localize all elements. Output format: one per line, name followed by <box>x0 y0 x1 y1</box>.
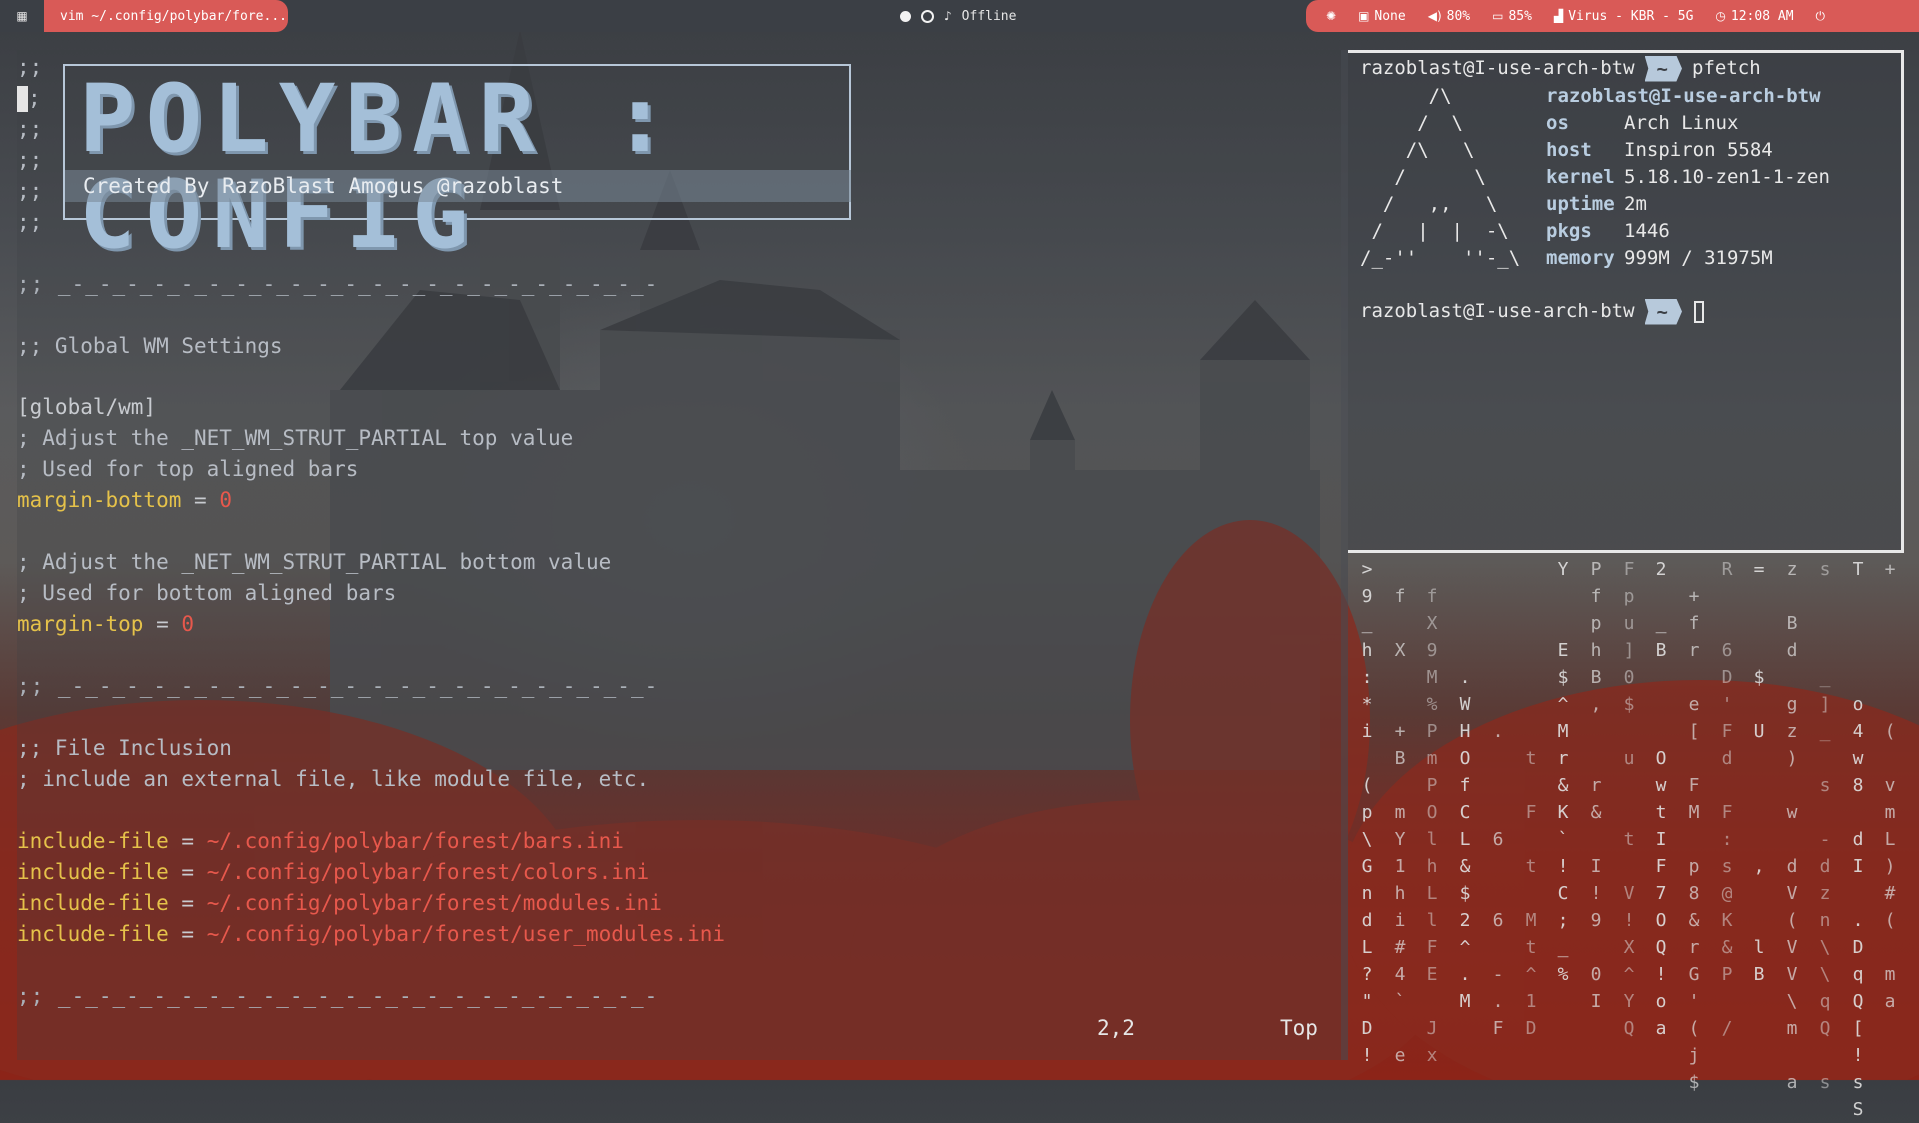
status-modules: ✺ ▣ None ◀) 80% ▭ 85% ▟ Virus - KBR - 5G… <box>1306 0 1919 32</box>
workspace-active-icon[interactable] <box>900 10 911 22</box>
code-line[interactable]: ;; <box>17 114 42 145</box>
vim-editor[interactable]: ;; ; ;; ;; ;; ;; POLYBAR : CONFIG Create… <box>17 50 1341 1060</box>
scroll-position: Top <box>1280 1016 1318 1040</box>
ascii-banner: POLYBAR : CONFIG Created By RazoBlast Am… <box>63 64 851 264</box>
matrix-column: f X + B m Y 1 h i # 4 ` e <box>1394 586 1406 1066</box>
matrix-column: R 6 D ' F d F : s @ K & P / <box>1721 559 1733 1039</box>
clock-module[interactable]: ◷ 12:08 AM <box>1715 9 1793 24</box>
music-module[interactable]: ♪ Offline <box>900 0 1016 32</box>
separator-line[interactable]: ;; _-_-_-_-_-_-_-_-_-_-_-_-_-_-_-_-_-_-_… <box>17 981 658 1012</box>
window-title[interactable]: vim ~/.config/polybar/fore... <box>44 0 288 32</box>
network-value: Virus - KBR - 5G <box>1568 8 1694 24</box>
separator-line[interactable]: ;; _-_-_-_-_-_-_-_-_-_-_-_-_-_-_-_-_-_-_… <box>17 671 658 702</box>
network-module[interactable]: ▟ Virus - KBR - 5G <box>1554 9 1693 24</box>
prompt-directory: ~ <box>1644 55 1682 82</box>
arch-logo: /\ / \ /\ \ / \ / ,, \ / | | -\ /_-'' ''… <box>1360 85 1521 269</box>
info-row: kernel 5.18.10-zen1-1-zen <box>1546 166 1830 188</box>
workspace-icon[interactable] <box>921 9 934 23</box>
info-row: host Inspiron 5584 <box>1546 139 1773 161</box>
code-comment[interactable]: ; Adjust the _NET_WM_STRUT_PARTIAL botto… <box>17 547 611 578</box>
code-line[interactable]: margin-top = 0 <box>17 609 194 640</box>
matrix-column: F p u ] 0 $ u t V ! X ^ Y Q <box>1623 559 1635 1039</box>
window-title-text: vim ~/.config/polybar/fore... <box>60 8 287 24</box>
battery-icon: ▭ <box>1492 9 1504 23</box>
volume-icon: ◀) <box>1427 9 1442 23</box>
matrix-column: 2 _ B O w t I F 7 O Q ! o a <box>1655 559 1667 1039</box>
code-line[interactable]: ;; <box>17 176 42 207</box>
code-line[interactable]: ;; <box>17 145 42 176</box>
separator-line[interactable]: ;; _-_-_-_-_-_-_-_-_-_-_-_-_-_-_-_-_-_-_… <box>17 269 658 300</box>
music-status: Offline <box>961 8 1017 24</box>
matrix-column: . W H O f C L & $ 2 ^ . M <box>1459 667 1471 1012</box>
matrix-column: . 6 6 - . F <box>1492 721 1504 1039</box>
prompt-directory: ~ <box>1644 298 1682 325</box>
grid-menu-icon: ▦ <box>16 9 28 23</box>
clock-icon: ◷ <box>1715 9 1726 23</box>
matrix-column: s _ ] _ s - d z n \ \ q Q s <box>1819 559 1831 1093</box>
matrix-column: T o 4 w 8 d I . D q Q [ ! s S <box>1852 559 1864 1120</box>
code-line[interactable]: include-file = ~/.config/polybar/forest/… <box>17 888 662 919</box>
polybar: ▦ vim ~/.config/polybar/fore... ♪ Offlin… <box>0 0 1919 32</box>
power-icon: ⏻ <box>1815 8 1826 23</box>
cmatrix-window[interactable]: > 9 _ h : * i ( p \ G n d L ? " D ! f X … <box>1348 556 1904 1120</box>
prompt-line: razoblast@I-use-arch-btw ~ pfetch <box>1360 55 1761 82</box>
prompt-command: pfetch <box>1692 57 1761 79</box>
info-row: uptime 2m <box>1546 193 1647 215</box>
info-row: os Arch Linux <box>1546 112 1739 134</box>
terminal-window[interactable]: razoblast@I-use-arch-btw ~ pfetch /\ / \… <box>1348 50 1904 553</box>
theme-module[interactable]: ✺ <box>1326 9 1336 23</box>
info-row: pkgs 1446 <box>1546 220 1670 242</box>
banner-title: POLYBAR : CONFIG <box>79 65 679 270</box>
code-line[interactable]: ;; <box>17 207 42 238</box>
matrix-column: z B d g z ) w d V ( V V \ m a <box>1786 559 1798 1093</box>
matrix-column: f X 9 M % P m P O l h L l F E J x <box>1426 586 1438 1066</box>
power-module[interactable]: ⏻ <box>1816 9 1826 24</box>
prompt-line[interactable]: razoblast@I-use-arch-btw ~ <box>1360 298 1704 325</box>
matrix-column: P f p h B , r & I ! 9 0 I <box>1590 559 1602 1012</box>
menu-button[interactable]: ▦ <box>0 0 44 32</box>
updates-value: None <box>1374 8 1406 24</box>
code-comment[interactable]: ; Used for bottom aligned bars <box>17 578 396 609</box>
code-line[interactable]: ; <box>17 83 41 114</box>
package-icon: ▣ <box>1358 9 1370 23</box>
volume-value: 80% <box>1446 8 1471 24</box>
palette-icon: ✺ <box>1326 9 1337 23</box>
code-comment[interactable]: ; Used for top aligned bars <box>17 454 358 485</box>
matrix-column: = $ U , l B <box>1753 559 1765 985</box>
code-line[interactable]: include-file = ~/.config/polybar/forest/… <box>17 826 624 857</box>
volume-module[interactable]: ◀) 80% <box>1428 9 1470 24</box>
matrix-column: > 9 _ h : * i ( p \ G n d L ? " D ! <box>1361 559 1373 1066</box>
section-comment[interactable]: ;; File Inclusion <box>17 733 232 764</box>
info-row: memory 999M / 31975M <box>1546 247 1773 269</box>
cursor-position: 2,2 <box>1097 1016 1135 1040</box>
matrix-column: t F t M t ^ 1 D <box>1525 748 1537 1039</box>
matrix-column: + f r e [ F M p 8 & r G ' ( j $ <box>1688 586 1700 1093</box>
code-line[interactable]: include-file = ~/.config/polybar/forest/… <box>17 919 725 950</box>
code-line[interactable]: ;; <box>17 52 42 83</box>
banner-subtitle: Created By RazoBlast Amogus @razoblast <box>65 170 851 202</box>
music-note-icon: ♪ <box>944 9 952 23</box>
text-cursor <box>17 86 28 112</box>
code-comment[interactable]: ; include an external file, like module … <box>17 764 649 795</box>
terminal-cursor <box>1694 300 1704 323</box>
code-comment[interactable]: ; Adjust the _NET_WM_STRUT_PARTIAL top v… <box>17 423 573 454</box>
signal-icon: ▟ <box>1553 9 1564 23</box>
pfetch-info: razoblast@I-use-arch-btw os Arch Linux ho… <box>1546 83 1830 272</box>
code-line[interactable]: margin-bottom = 0 <box>17 485 232 516</box>
window-gap <box>1341 50 1348 1060</box>
prompt-user: razoblast@I-use-arch-btw <box>1360 57 1635 79</box>
section-header[interactable]: [global/wm] <box>17 392 156 423</box>
prompt-user: razoblast@I-use-arch-btw <box>1360 300 1635 322</box>
section-comment[interactable]: ;; Global WM Settings <box>17 331 283 362</box>
code-line[interactable]: include-file = ~/.config/polybar/forest/… <box>17 857 649 888</box>
matrix-column: + ( v m L ) # ( m a <box>1884 559 1896 1012</box>
battery-module[interactable]: ▭ 85% <box>1492 9 1532 24</box>
updates-module[interactable]: ▣ None <box>1358 9 1406 24</box>
info-header: razoblast@I-use-arch-btw <box>1546 85 1821 107</box>
battery-value: 85% <box>1508 8 1532 24</box>
clock-value: 12:08 AM <box>1730 8 1794 24</box>
matrix-column: Y E $ ^ M r & K ` ! C ; _ % <box>1557 559 1569 985</box>
